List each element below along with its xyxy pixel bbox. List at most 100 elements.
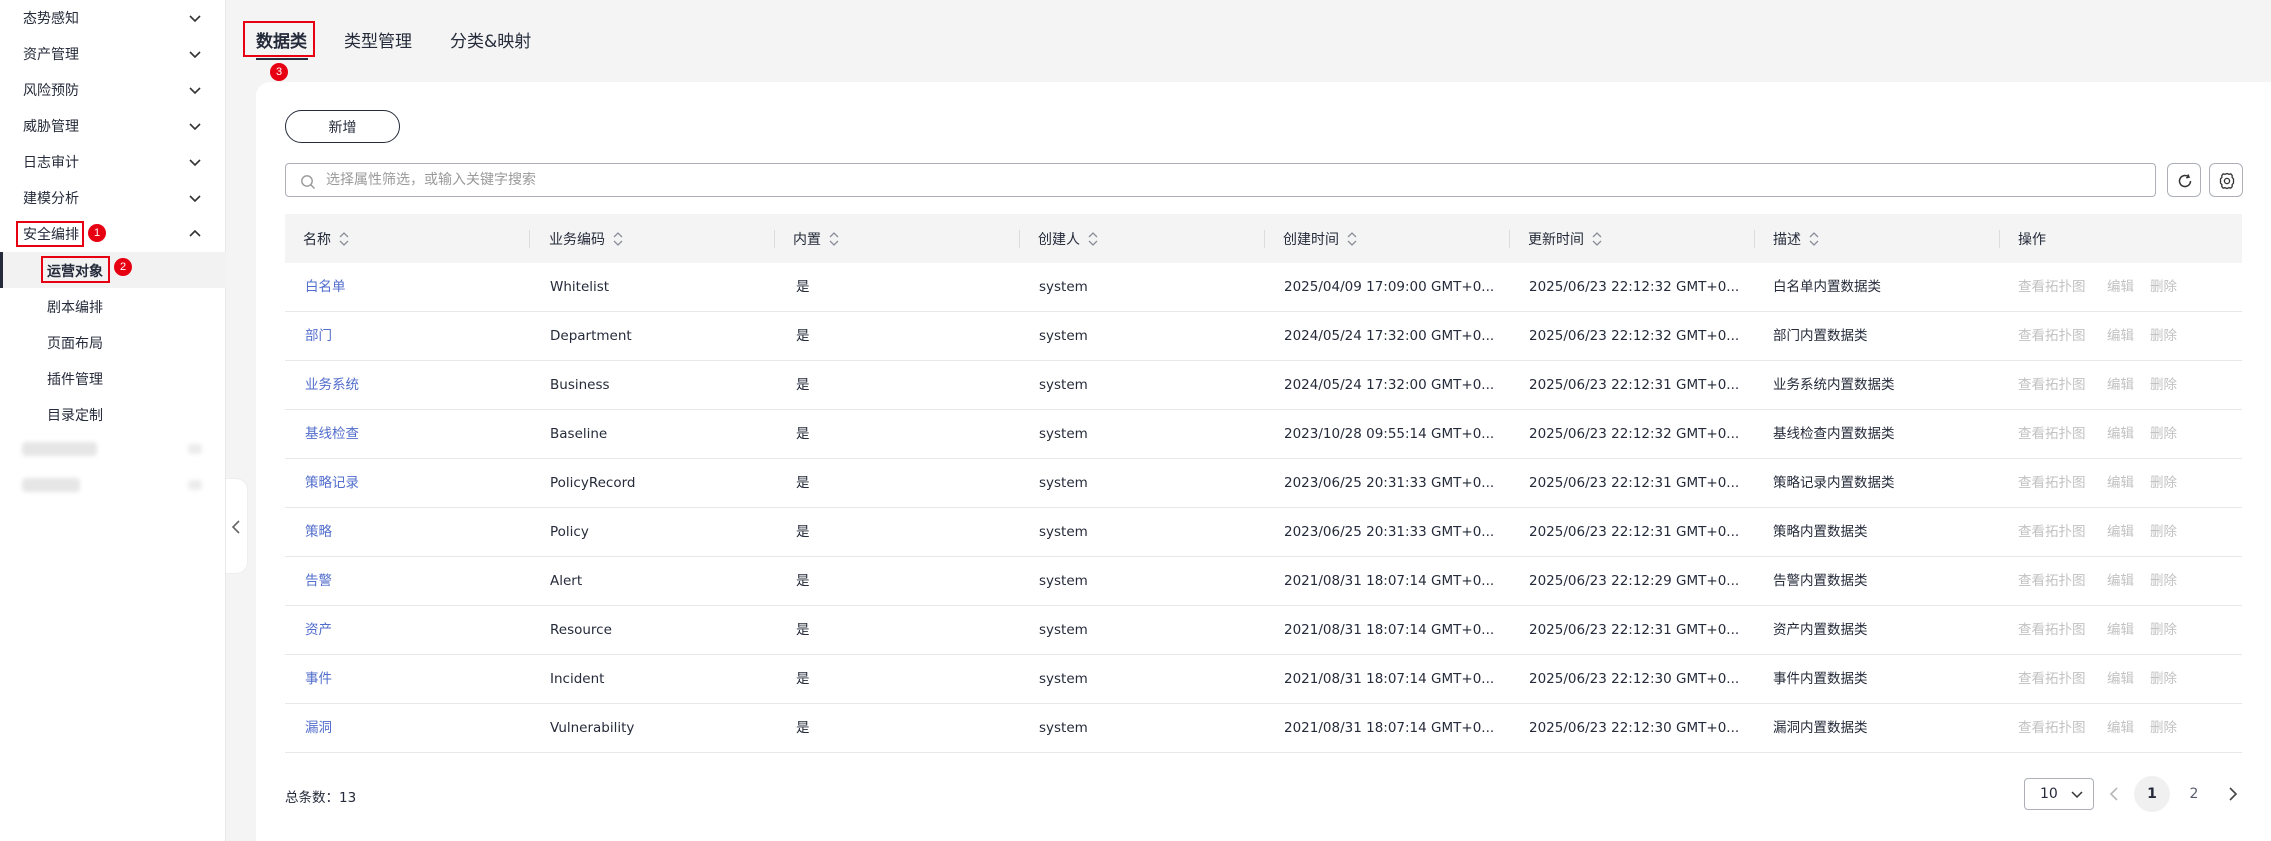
search-bar[interactable]	[285, 163, 2156, 197]
sort-icon[interactable]	[1347, 231, 1357, 247]
column-separator[interactable]	[1999, 230, 2000, 248]
sort-icon[interactable]	[1809, 231, 1819, 247]
row-name-link[interactable]: 资产	[305, 606, 332, 655]
edit-button[interactable]: 编辑	[2107, 410, 2134, 459]
column-separator[interactable]	[1019, 230, 1020, 248]
row-builtin: 是	[796, 671, 810, 687]
highlight-orchestration	[16, 221, 84, 247]
sidebar-group-log-audit[interactable]: 日志审计	[0, 144, 226, 180]
delete-button[interactable]: 删除	[2150, 459, 2177, 508]
view-topology-button[interactable]: 查看拓扑图	[2018, 263, 2086, 312]
row-name-link[interactable]: 业务系统	[305, 361, 359, 410]
page-size-select[interactable]: 10	[2024, 778, 2094, 810]
search-input[interactable]	[326, 169, 2126, 191]
view-topology-button[interactable]: 查看拓扑图	[2018, 704, 2086, 753]
tab-classification-mapping[interactable]: 分类&映射	[450, 27, 531, 52]
row-name-link[interactable]: 事件	[305, 655, 332, 704]
sort-icon[interactable]	[1088, 231, 1098, 247]
edit-button[interactable]: 编辑	[2107, 312, 2134, 361]
sort-icon[interactable]	[1592, 231, 1602, 247]
edit-button[interactable]: 编辑	[2107, 606, 2134, 655]
view-topology-button[interactable]: 查看拓扑图	[2018, 459, 2086, 508]
row-name-link[interactable]: 漏洞	[305, 704, 332, 753]
delete-button[interactable]: 删除	[2150, 606, 2177, 655]
sidebar-group-modeling[interactable]: 建模分析	[0, 180, 226, 216]
row-name-link[interactable]: 基线检查	[305, 410, 359, 459]
column-separator[interactable]	[1754, 230, 1755, 248]
edit-button[interactable]: 编辑	[2107, 508, 2134, 557]
prev-page-icon[interactable]	[2104, 784, 2124, 804]
delete-button[interactable]: 删除	[2150, 361, 2177, 410]
row-creator: system	[1039, 573, 1088, 589]
row-name-link[interactable]: 策略	[305, 508, 332, 557]
delete-button[interactable]: 删除	[2150, 263, 2177, 312]
column-header-creator[interactable]: 创建人	[1038, 214, 1098, 263]
view-topology-button[interactable]: 查看拓扑图	[2018, 508, 2086, 557]
sort-icon[interactable]	[613, 231, 623, 247]
delete-button[interactable]: 删除	[2150, 704, 2177, 753]
sidebar-group-situation[interactable]: 态势感知	[0, 0, 226, 36]
sidebar-group-threat[interactable]: 威胁管理	[0, 108, 226, 144]
column-separator[interactable]	[529, 230, 530, 248]
edit-button[interactable]: 编辑	[2107, 459, 2134, 508]
row-code: Department	[550, 328, 632, 344]
add-button[interactable]: 新增	[285, 110, 400, 143]
chevron-down-icon	[189, 159, 201, 167]
column-header-label: 创建人	[1038, 231, 1080, 248]
settings-button[interactable]	[2209, 163, 2243, 197]
column-separator[interactable]	[1264, 230, 1265, 248]
sort-icon[interactable]	[339, 231, 349, 247]
delete-button[interactable]: 删除	[2150, 557, 2177, 606]
sidebar-item-playbook[interactable]: 剧本编排	[0, 288, 226, 324]
column-header-label: 创建时间	[1283, 231, 1339, 248]
sidebar-item-plugins[interactable]: 插件管理	[0, 360, 226, 396]
view-topology-button[interactable]: 查看拓扑图	[2018, 410, 2086, 459]
view-topology-button[interactable]: 查看拓扑图	[2018, 361, 2086, 410]
edit-button[interactable]: 编辑	[2107, 655, 2134, 704]
column-header-description[interactable]: 描述	[1773, 214, 1819, 263]
column-header-created[interactable]: 创建时间	[1283, 214, 1357, 263]
row-name-link[interactable]: 策略记录	[305, 459, 359, 508]
row-name-link[interactable]: 白名单	[305, 263, 346, 312]
row-creator: system	[1039, 377, 1088, 393]
sidebar-item-page-layout[interactable]: 页面布局	[0, 324, 226, 360]
view-topology-button[interactable]: 查看拓扑图	[2018, 312, 2086, 361]
sidebar-item-ops-objects[interactable]: 运营对象	[0, 252, 226, 288]
tab-data-class[interactable]: 数据类	[256, 27, 307, 52]
row-description: 基线检查内置数据类	[1773, 426, 1895, 442]
column-separator[interactable]	[1509, 230, 1510, 248]
view-topology-button[interactable]: 查看拓扑图	[2018, 606, 2086, 655]
tab-type-management[interactable]: 类型管理	[344, 27, 412, 52]
view-topology-button[interactable]: 查看拓扑图	[2018, 655, 2086, 704]
chevron-down-icon	[189, 87, 201, 95]
column-header-updated[interactable]: 更新时间	[1528, 214, 1602, 263]
edit-button[interactable]: 编辑	[2107, 361, 2134, 410]
column-separator[interactable]	[774, 230, 775, 248]
edit-button[interactable]: 编辑	[2107, 263, 2134, 312]
row-updated: 2025/06/23 22:12:31 GMT+0...	[1529, 475, 1740, 491]
row-creator: system	[1039, 426, 1088, 442]
delete-button[interactable]: 删除	[2150, 508, 2177, 557]
sidebar-group-risk[interactable]: 风险预防	[0, 72, 226, 108]
next-page-icon[interactable]	[2223, 784, 2243, 804]
row-name-link[interactable]: 告警	[305, 557, 332, 606]
edit-button[interactable]: 编辑	[2107, 557, 2134, 606]
view-topology-button[interactable]: 查看拓扑图	[2018, 557, 2086, 606]
refresh-button[interactable]	[2167, 163, 2201, 197]
column-header-builtin[interactable]: 内置	[793, 214, 839, 263]
delete-button[interactable]: 删除	[2150, 655, 2177, 704]
sidebar-collapse-handle[interactable]	[226, 478, 248, 574]
gear-icon	[2219, 172, 2235, 190]
row-name-link[interactable]: 部门	[305, 312, 332, 361]
chevron-up-icon	[189, 229, 201, 237]
sort-icon[interactable]	[829, 231, 839, 247]
delete-button[interactable]: 删除	[2150, 312, 2177, 361]
column-header-name[interactable]: 名称	[303, 214, 349, 263]
sidebar-item-catalog[interactable]: 目录定制	[0, 396, 226, 432]
page-button-2[interactable]: 2	[2176, 776, 2212, 812]
page-button-1[interactable]: 1	[2134, 776, 2170, 812]
edit-button[interactable]: 编辑	[2107, 704, 2134, 753]
sidebar-group-assets[interactable]: 资产管理	[0, 36, 226, 72]
delete-button[interactable]: 删除	[2150, 410, 2177, 459]
column-header-code[interactable]: 业务编码	[549, 214, 623, 263]
